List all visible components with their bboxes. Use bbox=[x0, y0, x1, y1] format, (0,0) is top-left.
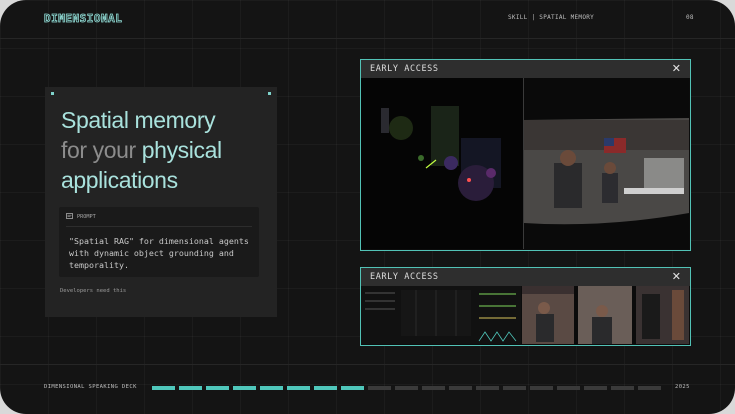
title-part-1: Spatial memory bbox=[61, 107, 216, 133]
title-part-3: physical bbox=[141, 137, 222, 163]
progress-segment bbox=[449, 386, 472, 390]
title-part-2: for your bbox=[61, 137, 136, 163]
progress-segment bbox=[503, 386, 526, 390]
camera-view bbox=[524, 78, 689, 249]
section-label: SKILL | SPATIAL MEMORY bbox=[508, 14, 595, 21]
card-title: Spatial memory for your physical applica… bbox=[61, 105, 222, 195]
prompt-box: PROMPT "Spatial RAG" for dimensional age… bbox=[59, 207, 259, 277]
window-title: EARLY ACCESS bbox=[370, 64, 439, 74]
progress-segment bbox=[314, 386, 337, 390]
dimensional-logo: DIMENSIONAL bbox=[44, 12, 123, 26]
deck-year: 2025 bbox=[675, 384, 690, 390]
progress-segment bbox=[260, 386, 283, 390]
progress-segment bbox=[341, 386, 364, 390]
early-access-window-2[interactable]: EARLY ACCESS ✕ bbox=[360, 267, 691, 346]
progress-segment bbox=[395, 386, 418, 390]
progress-segment bbox=[287, 386, 310, 390]
progress-segment bbox=[368, 386, 391, 390]
slide-frame: DIMENSIONAL SKILL | SPATIAL MEMORY 08 Sp… bbox=[0, 0, 735, 414]
close-icon[interactable]: ✕ bbox=[672, 62, 681, 75]
footer-divider bbox=[0, 364, 735, 365]
content-card: Spatial memory for your physical applica… bbox=[45, 87, 277, 317]
progress-segment bbox=[584, 386, 607, 390]
dashboard-view bbox=[361, 286, 521, 344]
progress-segment bbox=[422, 386, 445, 390]
prompt-text: "Spatial RAG" for dimensional agents wit… bbox=[69, 236, 249, 270]
progress-segment bbox=[638, 386, 661, 390]
window-titlebar: EARLY ACCESS ✕ bbox=[361, 268, 690, 286]
corner-marker bbox=[51, 92, 54, 95]
window-titlebar: EARLY ACCESS ✕ bbox=[361, 60, 690, 78]
progress-segment bbox=[179, 386, 202, 390]
progress-segment bbox=[206, 386, 229, 390]
pointcloud-view bbox=[361, 78, 523, 249]
card-footnote: Developers need this bbox=[60, 288, 127, 294]
header-divider bbox=[0, 38, 735, 39]
early-access-window-1[interactable]: EARLY ACCESS ✕ bbox=[360, 59, 691, 251]
camera-feeds bbox=[522, 286, 689, 344]
prompt-header: PROMPT bbox=[66, 213, 96, 221]
prompt-divider bbox=[66, 226, 252, 227]
slide-number: 08 bbox=[686, 14, 694, 21]
progress-segment bbox=[233, 386, 256, 390]
corner-marker bbox=[268, 92, 271, 95]
prompt-icon bbox=[66, 213, 73, 221]
close-icon[interactable]: ✕ bbox=[672, 270, 681, 283]
prompt-label: PROMPT bbox=[77, 214, 96, 220]
progress-segment bbox=[476, 386, 499, 390]
deck-name: DIMENSIONAL SPEAKING DECK bbox=[44, 384, 137, 390]
progress-segment bbox=[557, 386, 580, 390]
progress-segment bbox=[611, 386, 634, 390]
progress-segment bbox=[530, 386, 553, 390]
title-part-4: applications bbox=[61, 167, 178, 193]
window-title: EARLY ACCESS bbox=[370, 272, 439, 282]
progress-segment bbox=[152, 386, 175, 390]
